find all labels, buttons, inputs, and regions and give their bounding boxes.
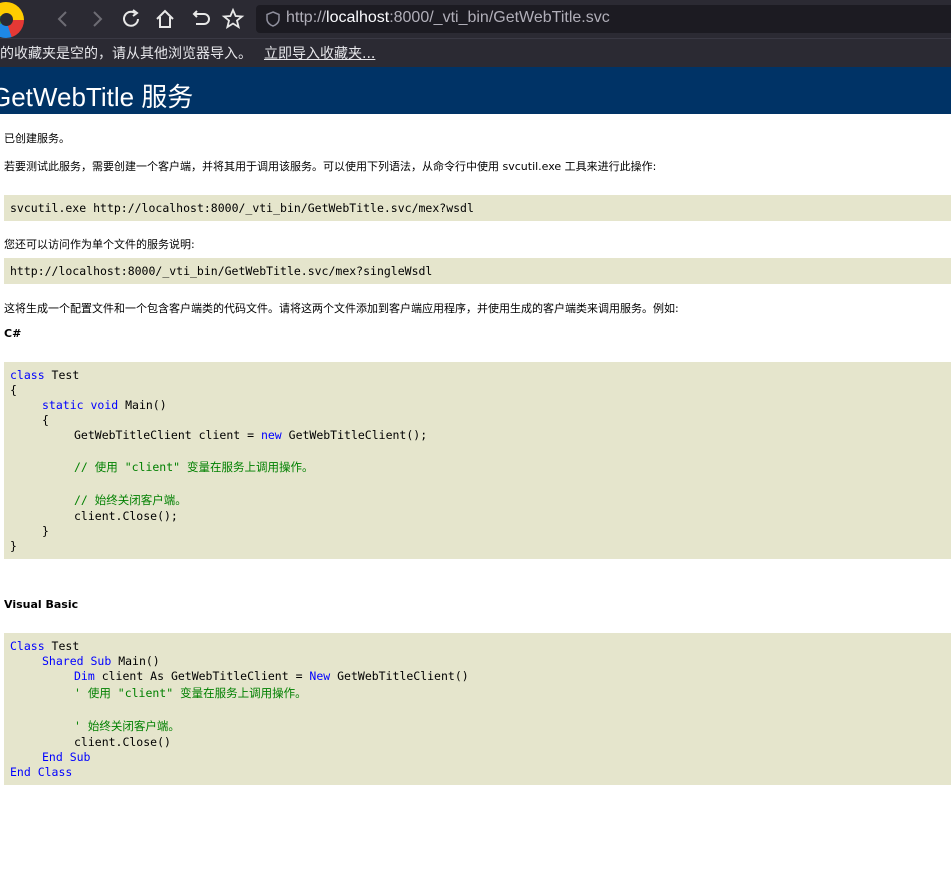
- back-icon[interactable]: [50, 6, 76, 32]
- svcutil-command: svcutil.exe http://localhost:8000/_vti_b…: [10, 201, 474, 215]
- single-wsdl-line: http://localhost:8000/_vti_bin/GetWebTit…: [10, 264, 432, 278]
- vb-code-block: Class Test Shared Sub Main() Dim client …: [4, 633, 951, 785]
- undo-icon[interactable]: [186, 6, 212, 32]
- mex-wsdl-link[interactable]: http://localhost:8000/_vti_bin/GetWebTit…: [93, 201, 474, 215]
- star-icon[interactable]: [220, 6, 246, 32]
- bookmarks-bar: 的收藏夹是空的，请从其他浏览器导入。 立即导入收藏夹...: [0, 38, 951, 67]
- single-wsdl-link[interactable]: http://localhost:8000/_vti_bin/GetWebTit…: [10, 264, 432, 278]
- code-comment: // 始终关闭客户端。: [74, 493, 187, 507]
- single-file-intro-text: 您还可以访问作为单个文件的服务说明:: [4, 238, 195, 251]
- shield-icon[interactable]: [264, 10, 282, 28]
- code-line: {: [10, 383, 17, 397]
- single-wsdl-box: http://localhost:8000/_vti_bin/GetWebTit…: [4, 258, 951, 284]
- code-line: Class Test: [10, 639, 80, 653]
- home-icon[interactable]: [152, 6, 178, 32]
- code-line: }: [10, 539, 17, 553]
- code-line: client.Close(): [74, 735, 171, 749]
- code-line: Dim client As GetWebTitleClient = New Ge…: [74, 669, 469, 683]
- code-comment: // 使用 "client" 变量在服务上调用操作。: [74, 460, 314, 474]
- csharp-code-block: class Test { static void Main() { GetWeb…: [4, 362, 951, 559]
- bookmarks-empty-message: 的收藏夹是空的，请从其他浏览器导入。 立即导入收藏夹...: [0, 46, 376, 62]
- vb-label: Visual Basic: [4, 598, 79, 611]
- csharp-label: C#: [4, 327, 22, 340]
- browser-logo-icon[interactable]: [0, 2, 24, 38]
- reload-icon[interactable]: [118, 6, 144, 32]
- import-bookmarks-link[interactable]: 立即导入收藏夹...: [264, 46, 375, 62]
- url-text[interactable]: http://localhost:8000/_vti_bin/GetWebTit…: [286, 9, 610, 27]
- code-line: client.Close();: [74, 509, 178, 523]
- url-bar[interactable]: http://localhost:8000/_vti_bin/GetWebTit…: [256, 5, 951, 33]
- page-title: GetWebTitle 服务: [0, 82, 194, 112]
- code-line: }: [42, 524, 49, 538]
- test-intro-text: 若要测试此服务，需要创建一个客户端，并将其用于调用该服务。可以使用下列语法，从命…: [4, 160, 657, 173]
- code-line: Shared Sub Main(): [42, 654, 160, 668]
- code-comment: ' 始终关闭客户端。: [74, 719, 180, 733]
- code-line: class Test: [10, 368, 80, 382]
- code-line: GetWebTitleClient client = new GetWebTit…: [74, 428, 428, 442]
- code-line: {: [42, 413, 49, 427]
- code-comment: ' 使用 "client" 变量在服务上调用操作。: [74, 686, 307, 700]
- browser-toolbar: http://localhost:8000/_vti_bin/GetWebTit…: [0, 0, 951, 38]
- service-created-text: 已创建服务。: [4, 132, 70, 145]
- forward-icon[interactable]: [84, 6, 110, 32]
- page-heading-bar: GetWebTitle 服务: [0, 67, 951, 114]
- code-line: End Sub: [42, 750, 91, 764]
- generate-intro-text: 这将生成一个配置文件和一个包含客户端类的代码文件。请将这两个文件添加到客户端应用…: [4, 302, 679, 315]
- code-line: static void Main(): [42, 398, 167, 412]
- svcutil-command-box: svcutil.exe http://localhost:8000/_vti_b…: [4, 195, 951, 221]
- code-line: End Class: [10, 765, 73, 779]
